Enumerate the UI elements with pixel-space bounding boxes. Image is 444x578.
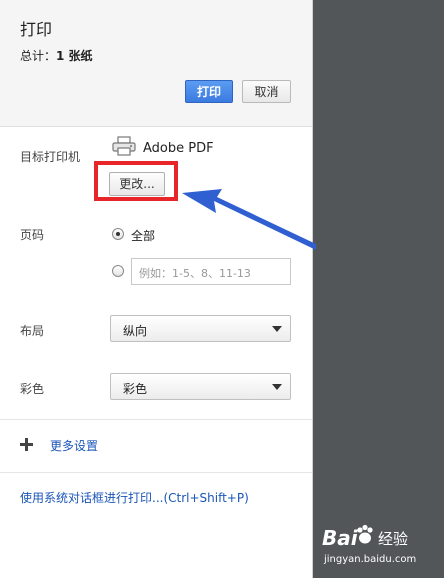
pages-range-placeholder: 例如：1-5、8、11-13 (139, 267, 251, 280)
watermark-logo-suffix: 经验 (378, 530, 409, 548)
watermark-logo-text: Bai (322, 526, 358, 550)
system-dialog-link[interactable]: 使用系统对话框进行打印...(Ctrl+Shift+P) (20, 489, 249, 506)
plus-icon[interactable] (20, 438, 33, 451)
print-settings-panel: 打印 总计：1 张纸 打印 取消 目标打印机 Adobe PDF 更改... 页… (0, 0, 313, 578)
print-button[interactable]: 打印 (185, 80, 233, 103)
pages-range-input[interactable]: 例如：1-5、8、11-13 (131, 258, 291, 285)
destination-label: 目标打印机 (20, 150, 81, 164)
pages-custom-radio[interactable] (112, 265, 124, 277)
cancel-button[interactable]: 取消 (242, 80, 291, 103)
layout-select[interactable]: 纵向 (110, 315, 291, 342)
dialog-header: 打印 总计：1 张纸 打印 取消 (0, 0, 312, 127)
printer-name: Adobe PDF (143, 141, 214, 156)
color-select-value: 彩色 (123, 382, 148, 396)
pages-label: 页码 (20, 228, 45, 242)
layout-label: 布局 (20, 324, 45, 338)
divider (0, 472, 312, 473)
watermark: Bai 经验 jingyan.baidu.com (322, 522, 440, 576)
caret-down-icon (272, 326, 282, 332)
layout-select-value: 纵向 (123, 324, 148, 338)
dialog-title: 打印 (20, 20, 53, 39)
pages-all-radio[interactable] (112, 228, 124, 240)
color-select[interactable]: 彩色 (110, 373, 291, 400)
watermark-url: jingyan.baidu.com (324, 554, 417, 565)
color-label: 彩色 (20, 382, 45, 396)
total-label: 总计： (20, 49, 57, 63)
pages-all-label: 全部 (131, 229, 156, 243)
divider (0, 419, 312, 420)
more-settings-link[interactable]: 更多设置 (50, 437, 98, 454)
sheet-total: 总计：1 张纸 (20, 47, 93, 64)
caret-down-icon (272, 384, 282, 390)
total-value: 1 张纸 (56, 49, 93, 63)
annotation-highlight-box (94, 161, 178, 201)
printer-icon (112, 136, 136, 156)
print-preview-area (313, 0, 444, 578)
